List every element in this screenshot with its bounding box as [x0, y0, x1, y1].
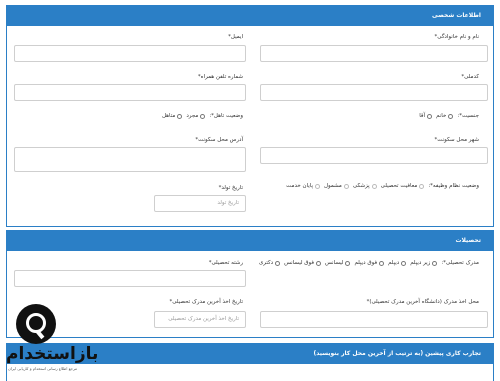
gender-group: جنسیت*: خانم آقا	[419, 113, 479, 119]
degree-date-label: تاریخ اخذ آخرین مدرک تحصیلی*	[169, 299, 243, 305]
radio-icon[interactable]	[432, 260, 438, 266]
personal-info-header: اطلاعات شخصی	[7, 6, 493, 26]
radio-icon[interactable]	[343, 183, 349, 189]
site-logo: بازاستخدام مرجع اطلاع رسانی استخدام و کا…	[4, 300, 120, 380]
marital-single-option[interactable]: مجرد	[186, 113, 206, 119]
marital-married-option[interactable]: متاهل	[162, 113, 183, 119]
degree-group: مدرک تحصیلی*: زیر دیپلم دیپلم فوق دیپلم …	[259, 260, 479, 266]
radio-icon[interactable]	[401, 260, 407, 266]
degree-option-below-diploma[interactable]: زیر دیپلم	[410, 260, 438, 266]
birth-date-input[interactable]: تاریخ تولد	[154, 195, 246, 212]
military-subject-option[interactable]: مشمول	[324, 183, 349, 189]
national-code-label: کدملی*	[461, 74, 479, 80]
degree-option-master[interactable]: فوق لیسانس	[284, 260, 322, 266]
radio-icon[interactable]	[427, 113, 433, 119]
radio-icon[interactable]	[379, 260, 385, 266]
city-label: شهر محل سکونت*	[434, 137, 479, 143]
name-label: نام و نام خانوادگی*	[434, 34, 479, 40]
radio-icon[interactable]	[419, 183, 425, 189]
gender-label: جنسیت*:	[457, 113, 479, 119]
radio-icon[interactable]	[371, 183, 377, 189]
degree-place-label: محل اخذ مدرک (دانشگاه آخرین مدرک تحصیلی)…	[366, 299, 479, 305]
radio-icon[interactable]	[345, 260, 351, 266]
birth-date-label: تاریخ تولد*	[218, 185, 243, 191]
address-textarea[interactable]	[14, 147, 246, 172]
military-completed-option[interactable]: پایان خدمت	[286, 183, 320, 189]
radio-icon[interactable]	[177, 113, 183, 119]
city-input[interactable]	[260, 147, 488, 164]
address-label: آدرس محل سکونت*	[195, 137, 243, 143]
education-header: تحصیلات	[7, 231, 493, 251]
radio-icon[interactable]	[315, 183, 320, 189]
phone-input[interactable]	[14, 84, 246, 101]
degree-option-diploma[interactable]: دیپلم	[388, 260, 407, 266]
gender-female-option[interactable]: خانم	[436, 113, 454, 119]
marital-group: وضعیت تاهل*: مجرد متاهل	[162, 113, 243, 119]
field-label: رشته تحصیلی*	[208, 260, 243, 266]
military-medical-option[interactable]: پزشکی	[353, 183, 377, 189]
logo-text: بازاستخدام	[6, 344, 99, 364]
degree-option-associate[interactable]: فوق دیپلم	[354, 260, 385, 266]
degree-label: مدرک تحصیلی*:	[441, 260, 479, 266]
logo-lens-icon	[26, 313, 46, 333]
email-input[interactable]	[14, 45, 246, 62]
degree-option-bachelor[interactable]: لیسانس	[325, 260, 351, 266]
military-exempt-study-option[interactable]: معافیت تحصیلی	[381, 183, 425, 189]
radio-icon[interactable]	[448, 113, 454, 119]
logo-tagline: مرجع اطلاع رسانی استخدام و کاریابی ایران	[8, 366, 78, 371]
degree-option-doctorate[interactable]: دکتری	[259, 260, 281, 266]
military-label: وضعیت نظام وظیفه*:	[428, 183, 479, 189]
field-input[interactable]	[14, 270, 246, 287]
email-label: ایمیل*	[228, 34, 243, 40]
marital-label: وضعیت تاهل*:	[209, 113, 243, 119]
radio-icon[interactable]	[275, 260, 281, 266]
radio-icon[interactable]	[200, 113, 206, 119]
degree-date-input[interactable]: تاریخ اخذ آخرین مدرک تحصیلی	[154, 311, 246, 328]
personal-info-panel: اطلاعات شخصی نام و نام خانوادگی* ایمیل* …	[6, 5, 494, 227]
radio-icon[interactable]	[316, 260, 322, 266]
military-group: وضعیت نظام وظیفه*: معافیت تحصیلی پزشکی م…	[286, 183, 479, 189]
phone-label: شماره تلفن همراه*	[197, 74, 243, 80]
degree-place-input[interactable]	[260, 311, 488, 328]
name-input[interactable]	[260, 45, 488, 62]
gender-male-option[interactable]: آقا	[419, 113, 433, 119]
national-code-input[interactable]	[260, 84, 488, 101]
